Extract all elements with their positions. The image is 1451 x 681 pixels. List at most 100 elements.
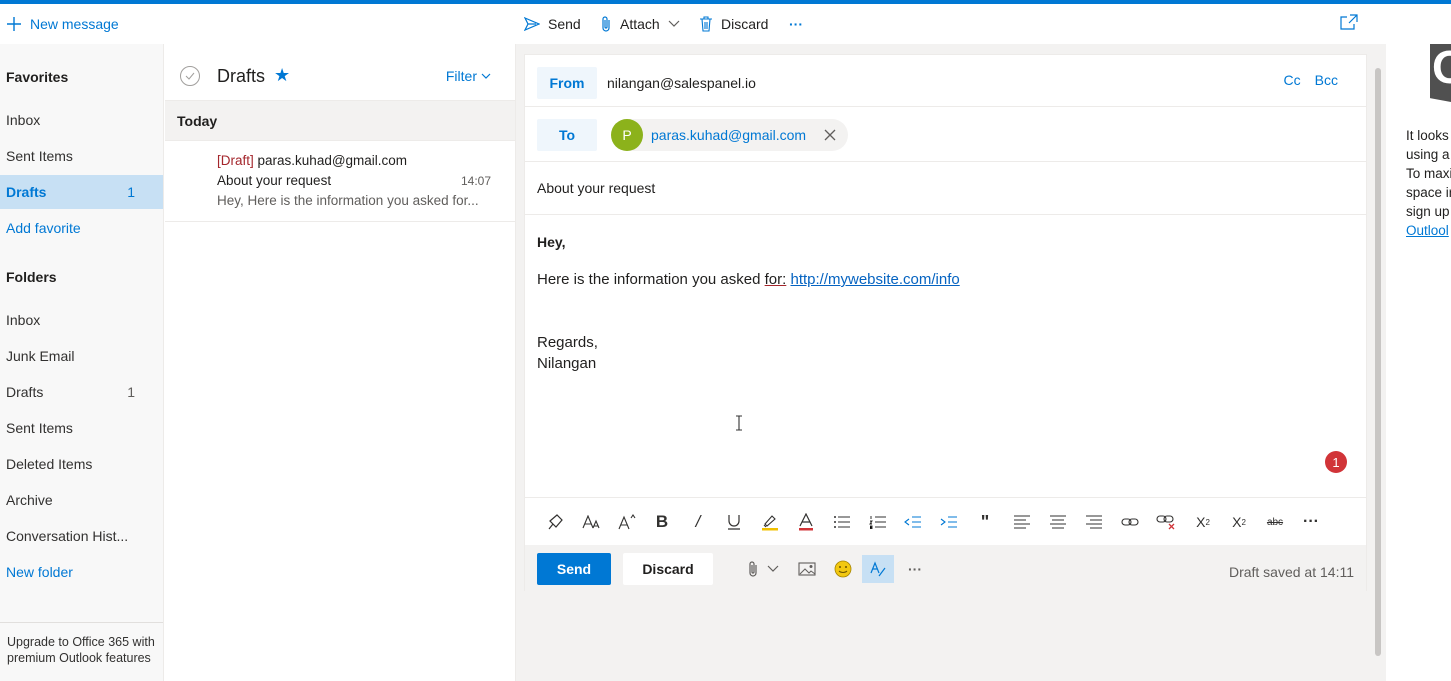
draft-saved-status: Draft saved at 14:11 (1228, 564, 1354, 580)
avatar: P (611, 119, 643, 151)
body-signature: Nilangan (537, 355, 597, 372)
folder-item-junk-email[interactable]: Junk Email (0, 339, 163, 373)
cc-button[interactable]: Cc (1284, 72, 1301, 88)
unread-count: 1 (127, 184, 135, 200)
favorite-item-sent-items[interactable]: Sent Items (0, 139, 163, 173)
upsell-text: It looks using a To maxi space ir sign u… (1406, 126, 1451, 240)
nav-item-label: Junk Email (6, 348, 75, 364)
discard-toolbar-button[interactable]: Discard (699, 4, 768, 44)
recipient-email: paras.kuhad@gmail.com (651, 127, 807, 143)
chevron-down-icon[interactable] (765, 555, 781, 583)
upsell-line: sign up (1406, 204, 1450, 219)
nav-item-label: Drafts (6, 184, 47, 200)
nav-item-label: Inbox (6, 112, 41, 128)
grow-font-icon[interactable] (614, 510, 640, 534)
unread-count: 1 (127, 384, 135, 400)
folders-heading[interactable]: Folders (6, 269, 57, 285)
send-toolbar-label: Send (548, 16, 581, 32)
date-group-header: Today (165, 101, 515, 141)
chevron-down-icon (668, 20, 680, 28)
highlight-icon[interactable] (757, 510, 783, 534)
compose-pane: From nilangan@salespanel.io Cc Bcc To P … (516, 44, 1386, 681)
image-icon[interactable] (795, 555, 819, 583)
format-painter-icon[interactable] (543, 510, 569, 534)
strikethrough-icon[interactable]: abc (1262, 510, 1288, 534)
quote-icon[interactable]: " (972, 510, 998, 534)
favorite-item-drafts[interactable]: Drafts 1 (0, 175, 163, 209)
popout-icon[interactable] (1340, 14, 1358, 33)
nav-item-label: Sent Items (6, 148, 73, 164)
underline-icon[interactable] (721, 510, 747, 534)
folder-item-sent-items[interactable]: Sent Items (0, 411, 163, 445)
discard-toolbar-label: Discard (721, 16, 769, 32)
recipient-chip[interactable]: P paras.kuhad@gmail.com (611, 119, 849, 151)
notification-badge[interactable]: 1 (1325, 451, 1347, 473)
favorite-item-inbox[interactable]: Inbox (0, 103, 163, 137)
upgrade-promo[interactable]: Upgrade to Office 365 with premium Outlo… (0, 622, 163, 666)
superscript-icon[interactable]: X2 (1190, 510, 1216, 534)
bcc-button[interactable]: Bcc (1315, 72, 1338, 88)
attach-toolbar-button[interactable]: Attach (600, 4, 680, 44)
bold-icon[interactable]: B (649, 510, 675, 534)
sender-email: paras.kuhad@gmail.com (257, 153, 408, 168)
remove-link-icon[interactable] (1153, 510, 1179, 534)
more-options-icon[interactable]: ··· (903, 555, 927, 583)
command-bar: New message Send Attach Discard ··· (0, 4, 1380, 44)
message-list-header: Drafts ★ Filter (165, 44, 515, 101)
nav-item-label: Archive (6, 492, 53, 508)
message-time: 14:07 (460, 174, 491, 188)
scrollbar[interactable] (1375, 68, 1381, 656)
more-options-button[interactable]: ··· (789, 4, 803, 44)
align-right-icon[interactable] (1081, 510, 1107, 534)
font-size-icon[interactable] (578, 510, 604, 534)
more-formatting-icon[interactable]: ··· (1298, 510, 1324, 534)
filter-button[interactable]: Filter (446, 68, 491, 84)
align-left-icon[interactable] (1009, 510, 1035, 534)
paperclip-icon[interactable] (743, 555, 763, 583)
to-button[interactable]: To (537, 119, 597, 151)
emoji-icon[interactable] (831, 555, 855, 583)
select-all-checkbox[interactable] (180, 66, 200, 86)
message-preview: Hey, Here is the information you asked f… (217, 193, 479, 208)
star-icon[interactable]: ★ (274, 65, 290, 86)
close-icon[interactable] (824, 129, 836, 141)
send-toolbar-button[interactable]: Send (524, 4, 581, 44)
new-message-label: New message (30, 16, 119, 32)
folder-item-deleted-items[interactable]: Deleted Items (0, 447, 163, 481)
bullets-icon[interactable] (829, 510, 855, 534)
discard-button[interactable]: Discard (623, 553, 713, 585)
body-line: Here is the information you asked for: h… (537, 271, 960, 288)
filter-label: Filter (445, 68, 477, 84)
from-email: nilangan@salespanel.io (607, 75, 756, 91)
folder-item-conversation-history[interactable]: Conversation Hist... (0, 519, 163, 553)
subject-field[interactable]: About your request (525, 162, 1366, 215)
upsell-line: space ir (1406, 185, 1451, 200)
nav-item-label: Drafts (6, 384, 44, 400)
spelling-flag-text: for: (764, 271, 787, 288)
new-folder-link[interactable]: New folder (0, 555, 163, 589)
italic-icon[interactable]: / (685, 510, 711, 534)
decrease-indent-icon[interactable] (900, 510, 926, 534)
upsell-link[interactable]: Outlool (1406, 221, 1451, 240)
folder-item-archive[interactable]: Archive (0, 483, 163, 517)
link-icon[interactable] (1117, 510, 1143, 534)
increase-indent-icon[interactable] (936, 510, 962, 534)
folder-item-inbox[interactable]: Inbox (0, 303, 163, 337)
add-favorite-link[interactable]: Add favorite (0, 211, 163, 245)
numbering-icon[interactable] (865, 510, 891, 534)
subscript-icon[interactable]: X2 (1226, 510, 1252, 534)
list-item[interactable]: [Draft] paras.kuhad@gmail.com About your… (165, 142, 515, 222)
send-button[interactable]: Send (537, 553, 611, 585)
body-link[interactable]: http://mywebsite.com/info (790, 271, 959, 288)
nav-item-label: Conversation Hist... (6, 528, 129, 544)
folder-item-drafts[interactable]: Drafts 1 (0, 375, 163, 409)
editor-icon[interactable] (862, 555, 894, 583)
compose-form: From nilangan@salespanel.io Cc Bcc To P … (524, 54, 1367, 591)
favorites-heading[interactable]: Favorites (6, 69, 68, 85)
new-message-button[interactable]: New message (6, 4, 119, 44)
font-color-icon[interactable] (793, 510, 819, 534)
align-center-icon[interactable] (1045, 510, 1071, 534)
trash-icon (699, 16, 713, 32)
body-text: Here is the information you asked (537, 271, 765, 288)
from-button[interactable]: From (537, 67, 597, 99)
